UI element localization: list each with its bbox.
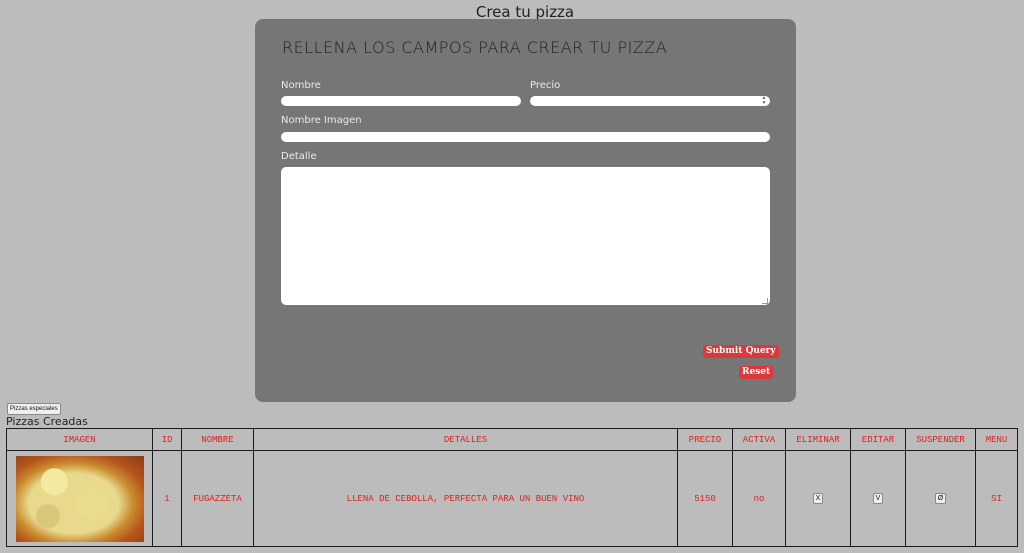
activa-cell: no xyxy=(732,450,786,547)
header-precio: PRECIO xyxy=(677,428,733,451)
pizzas-especiales-button[interactable]: Pizzas especiales xyxy=(7,403,61,415)
header-suspender: SUSPENDER xyxy=(905,428,976,451)
menu-cell: SI xyxy=(975,450,1018,547)
pizza-form: RELLENA LOS CAMPOS PARA CREAR TU PIZZA N… xyxy=(255,19,796,402)
nombre-cell: FUGAZZETA xyxy=(181,450,254,547)
header-menu: MENU xyxy=(975,428,1018,451)
suspend-button[interactable]: Ø xyxy=(934,493,947,504)
detalle-textarea[interactable] xyxy=(281,167,770,305)
nombre-label: Nombre xyxy=(281,80,321,91)
edit-button[interactable]: V xyxy=(872,493,884,504)
precio-label: Precio xyxy=(530,80,561,91)
delete-button[interactable]: X xyxy=(812,493,824,504)
nombre-input[interactable] xyxy=(281,96,521,106)
detalles-cell: LLENA DE CEBOLLA, PERFECTA PARA UN BUEN … xyxy=(253,450,678,547)
table-row: 1 FUGAZZETA LLENA DE CEBOLLA, PERFECTA P… xyxy=(6,450,1018,547)
header-eliminar: ELIMINAR xyxy=(785,428,851,451)
id-cell: 1 xyxy=(152,450,182,547)
image-cell xyxy=(6,450,153,547)
suspender-cell: Ø xyxy=(905,450,976,547)
reset-button[interactable]: Reset xyxy=(739,366,774,379)
imagen-input[interactable] xyxy=(281,132,770,142)
submit-button[interactable]: Submit Query xyxy=(703,345,779,358)
resize-grip-icon[interactable] xyxy=(762,298,768,304)
table-header-row: IMAGEN ID NOMBRE DETALLES PRECIO ACTIVA … xyxy=(6,428,1018,451)
header-editar: EDITAR xyxy=(850,428,906,451)
number-spinner-icon[interactable]: ▲ ▼ xyxy=(761,96,767,106)
section-title: Pizzas Creadas xyxy=(6,415,88,428)
precio-input[interactable]: ▲ ▼ xyxy=(530,96,770,106)
header-id: ID xyxy=(152,428,182,451)
header-nombre: NOMBRE xyxy=(181,428,254,451)
precio-cell: 5150 xyxy=(677,450,733,547)
pizzas-table: IMAGEN ID NOMBRE DETALLES PRECIO ACTIVA … xyxy=(6,428,1018,547)
editar-cell: V xyxy=(850,450,906,547)
header-activa: ACTIVA xyxy=(732,428,786,451)
detalle-label: Detalle xyxy=(281,151,317,162)
header-imagen: IMAGEN xyxy=(6,428,153,451)
header-detalles: DETALLES xyxy=(253,428,678,451)
eliminar-cell: X xyxy=(785,450,851,547)
imagen-label: Nombre Imagen xyxy=(281,115,362,126)
form-heading: RELLENA LOS CAMPOS PARA CREAR TU PIZZA xyxy=(282,38,668,57)
pizza-image xyxy=(15,455,144,542)
